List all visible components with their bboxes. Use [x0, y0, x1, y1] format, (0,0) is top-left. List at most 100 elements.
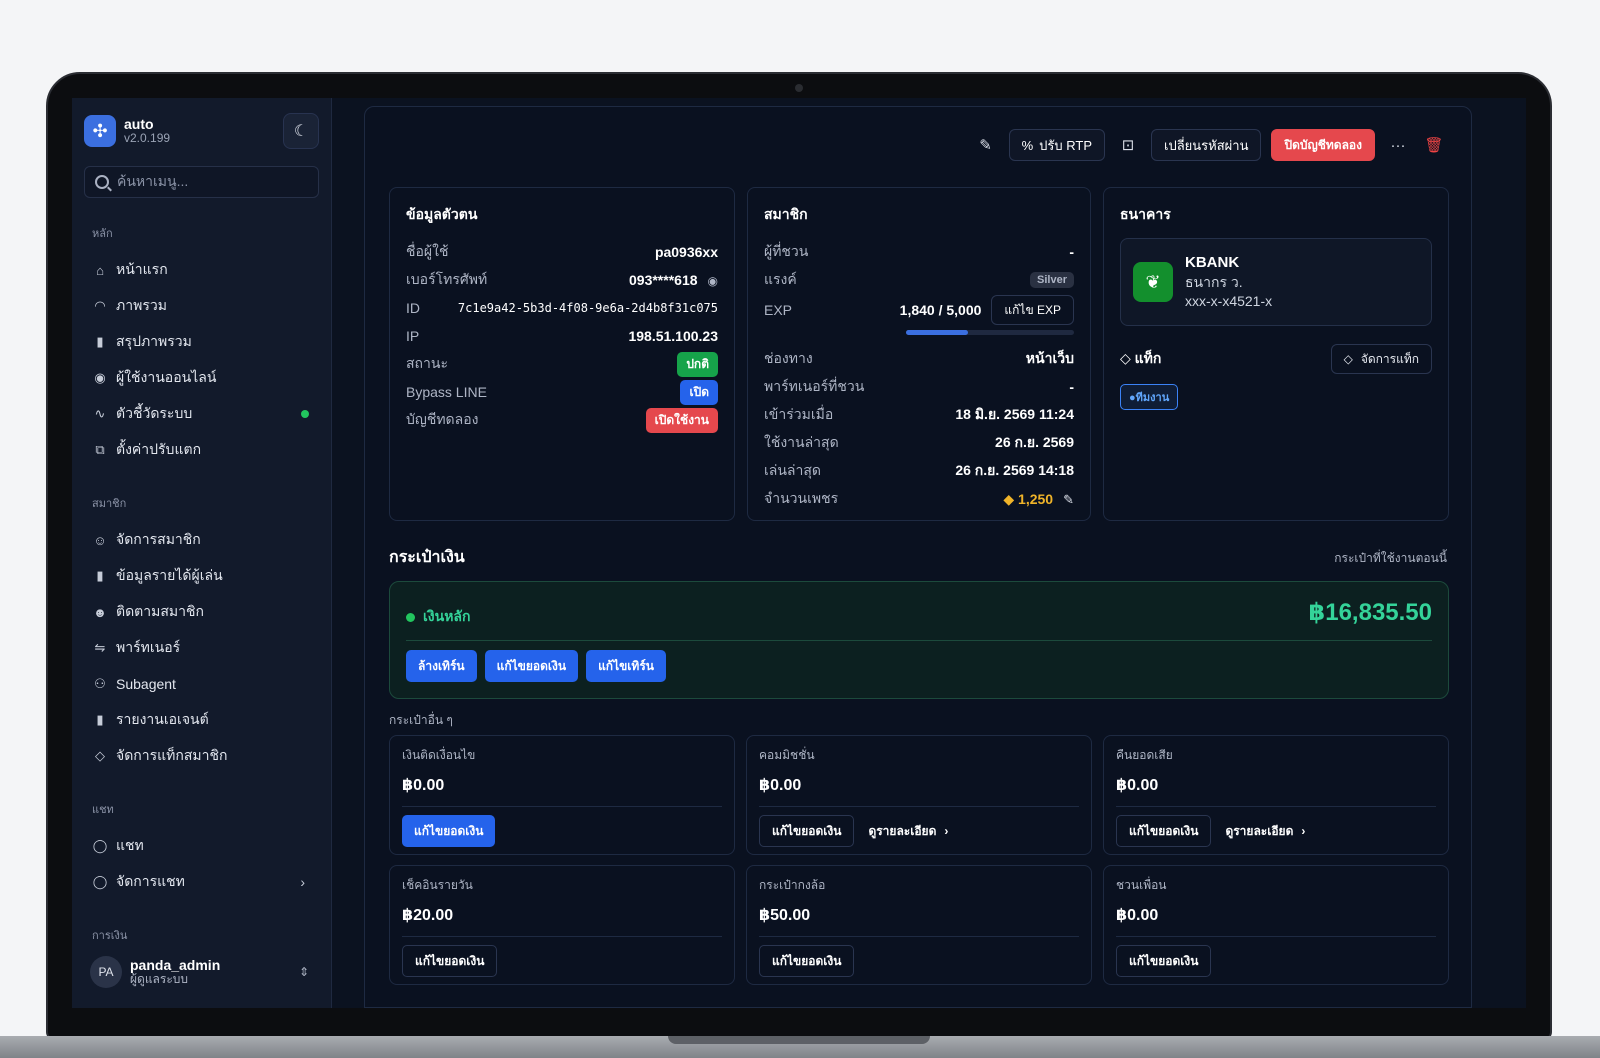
edit-balance-button[interactable]: แก้ไขยอดเงิน	[1116, 815, 1212, 847]
nav-item-track-members[interactable]: ☻ ติดตามสมาชิก	[84, 594, 319, 630]
edit-exp-button[interactable]: แก้ไข EXP	[991, 295, 1074, 325]
nav-item-player-income[interactable]: ▮ ข้อมูลรายได้ผู้เล่น	[84, 558, 319, 594]
wallet-card-commission: คอมมิชชั่น ฿0.00 แก้ไขยอดเงิน ดูรายละเอีย…	[746, 735, 1092, 855]
bar-chart-icon: ▮	[96, 334, 104, 349]
search-input[interactable]: ค้นหาเมนู...	[84, 166, 319, 198]
member-title: สมาชิก	[764, 206, 808, 222]
nav-item-metrics[interactable]: ∿ ตัวชี้วัดระบบ	[84, 396, 319, 432]
edit-balance-button[interactable]: แก้ไขยอดเงิน	[402, 815, 496, 847]
search-placeholder: ค้นหาเมนู...	[117, 173, 189, 189]
nav-item-agent-report[interactable]: ▮ รายงานเอเจนต์	[84, 702, 319, 738]
lock-icon[interactable]: ⊡	[1115, 136, 1141, 154]
clear-turnover-button[interactable]: ล้างเทิร์น	[406, 650, 477, 682]
section-label-members: สมาชิก	[92, 498, 127, 510]
pencil-icon[interactable]: ✎	[973, 136, 999, 154]
profile-card: ข้อมูลตัวตน ชื่อผู้ใช้ pa0936xx เบอร์โทรศ…	[389, 187, 735, 521]
user-search-icon: ☻	[93, 604, 107, 620]
bank-title: ธนาคาร	[1120, 206, 1171, 222]
edit-balance-button[interactable]: แก้ไขยอดเงิน	[759, 815, 855, 847]
profile-row-phone: เบอร์โทรศัพท์ 093****618 ◉	[406, 271, 718, 288]
edit-balance-button[interactable]: แก้ไขยอดเงิน	[484, 650, 579, 682]
adjust-rtp-button[interactable]: % ปรับ RTP	[1008, 129, 1105, 161]
member-row-rank: แรงค์ Silver	[764, 266, 1074, 294]
profile-row-ip: IP 198.51.100.23	[406, 328, 718, 344]
edit-balance-button[interactable]: แก้ไขยอดเงิน	[402, 945, 498, 977]
close-trial-button[interactable]: ปิดบัญชีทดลอง	[1271, 129, 1375, 161]
user-menu[interactable]: PA panda_admin ผู้ดูแลระบบ ⇕	[84, 948, 319, 996]
profile-row-bypass: Bypass LINE เปิด	[406, 378, 718, 406]
brand-logo-icon: ✣	[84, 115, 116, 147]
chat-icon: ◯	[92, 874, 108, 889]
nav-item-online-users[interactable]: ◉ ผู้ใช้งานออนไลน์	[84, 360, 319, 396]
kbank-logo-icon: ❦	[1133, 262, 1173, 302]
view-details-link[interactable]: ดูรายละเอียด ›	[1219, 822, 1311, 841]
profile-row-id: ID 7c1e9a42-5b3d-4f08-9e6a-2d4b8f31c075	[406, 300, 718, 316]
laptop-notch	[668, 1036, 930, 1044]
bank-owner: ธนากร ว.	[1185, 274, 1243, 291]
member-row-exp: EXP 1,840 / 5,000 แก้ไข EXP	[764, 294, 1074, 326]
wallet-title: กระเป๋าเงิน	[389, 549, 465, 566]
nav-item-settings[interactable]: ⧉ ตั้งค่าปรับแตก	[84, 432, 319, 468]
handshake-icon: ⇋	[94, 640, 106, 655]
divider	[402, 936, 722, 937]
user-name: panda_admin	[130, 957, 221, 974]
section-label-chat: แชท	[92, 804, 114, 816]
theme-toggle-button[interactable]: ☾	[283, 113, 319, 149]
trial-badge[interactable]: เปิดใช้งาน	[645, 407, 718, 433]
nav-item-overview[interactable]: ◠ ภาพรวม	[84, 288, 319, 324]
bank-card: ธนาคาร ❦ KBANK ธนากร ว. xxx-x-x4521-x ◇ …	[1103, 187, 1449, 521]
section-label-main: หลัก	[92, 228, 113, 240]
pulse-icon: ∿	[94, 406, 106, 421]
user-role: ผู้ดูแลระบบ	[130, 972, 189, 987]
avatar: PA	[90, 956, 122, 988]
toolbar: ✎ % ปรับ RTP ⊡ เปลี่ยนรหัสผ่าน ปิดบัญชีทด…	[973, 129, 1447, 161]
divider	[759, 806, 1079, 807]
member-row-partner: พาร์ทเนอร์ที่ชวน -	[764, 378, 1074, 395]
edit-balance-button[interactable]: แก้ไขยอดเงิน	[759, 945, 855, 977]
main-content: ✎ % ปรับ RTP ⊡ เปลี่ยนรหัสผ่าน ปิดบัญชีทด…	[332, 98, 1526, 1008]
manage-tags-button[interactable]: ◇ จัดการแท็ก	[1330, 344, 1432, 374]
view-details-link[interactable]: ดูรายละเอียด ›	[862, 822, 954, 841]
home-icon: ⌂	[96, 262, 104, 278]
nav-item-chat[interactable]: ◯ แชท	[84, 828, 319, 864]
nav-item-manage-members[interactable]: ☺ จัดการสมาชิก	[84, 522, 319, 558]
wallet-subtitle: กระเป๋าที่ใช้งานตอนนี้	[1334, 551, 1447, 565]
nav-item-summary[interactable]: ▮ สรุปภาพรวม	[84, 324, 319, 360]
section-label-finance: การเงิน	[92, 930, 128, 942]
member-row-joined: เข้าร่วมเมื่อ 18 มิ.ย. 2569 11:24	[764, 406, 1074, 422]
status-badge: ปกติ	[677, 351, 718, 377]
divider	[1116, 936, 1436, 937]
edit-icon[interactable]: ✎	[1063, 492, 1074, 507]
brand-version: v2.0.199	[124, 131, 171, 146]
edit-turnover-button[interactable]: แก้ไขเทิร์น	[586, 650, 666, 682]
edit-balance-button[interactable]: แก้ไขยอดเงิน	[1116, 945, 1212, 977]
profile-title: ข้อมูลตัวตน	[406, 206, 478, 222]
more-icon[interactable]: ···	[1385, 137, 1411, 154]
wallet-card-cashback: คืนยอดเสีย ฿0.00 แก้ไขยอดเงิน ดูรายละเอีย…	[1103, 735, 1449, 855]
wallet-card-wheel: กระเป๋ากงล้อ ฿50.00 แก้ไขยอดเงิน	[746, 865, 1092, 985]
profile-row-status: สถานะ ปกติ	[406, 350, 718, 378]
rank-badge: Silver	[1030, 272, 1074, 288]
nav-item-home[interactable]: ⌂ หน้าแรก	[84, 252, 319, 288]
tag-chip[interactable]: ●ทีมงาน	[1120, 384, 1179, 410]
main-wallet-actions: ล้างเทิร์น แก้ไขยอดเงิน แก้ไขเทิร์น	[406, 650, 666, 682]
search-icon	[95, 175, 109, 189]
bank-account-number: xxx-x-x4521-x	[1185, 293, 1273, 310]
change-password-button[interactable]: เปลี่ยนรหัสผ่าน	[1151, 129, 1262, 161]
nav-item-subagent[interactable]: ⚇ Subagent	[84, 666, 319, 702]
eye-icon[interactable]: ◉	[708, 274, 718, 288]
bypass-toggle[interactable]: เปิด	[680, 379, 718, 405]
trash-icon[interactable]: 🗑	[1421, 136, 1447, 154]
tag-icon: ◇	[1343, 352, 1353, 366]
active-dot	[406, 612, 415, 622]
profile-row-trial: บัญชีทดลอง เปิดใช้งาน	[406, 406, 718, 434]
diamond-icon: ◆	[1003, 490, 1019, 507]
nav-item-member-tags[interactable]: ◇ จัดการแท็กสมาชิก	[84, 738, 319, 774]
chat-icon: ◯	[92, 838, 108, 853]
nav-item-partners[interactable]: ⇋ พาร์ทเนอร์	[84, 630, 319, 666]
sidebar: ✣ auto v2.0.199 ☾ ค้นหาเมนู... หลัก ⌂ หน้…	[72, 98, 332, 1008]
member-card: สมาชิก ผู้ที่ชวน - แรงค์ Silver EXP 1,840 /…	[747, 187, 1091, 521]
nav-item-manage-chat[interactable]: ◯ จัดการแชท ›	[84, 864, 319, 900]
member-row-channel: ช่องทาง หน้าเว็บ	[764, 350, 1074, 366]
main-wallet-label: เงินหลัก	[406, 606, 470, 628]
